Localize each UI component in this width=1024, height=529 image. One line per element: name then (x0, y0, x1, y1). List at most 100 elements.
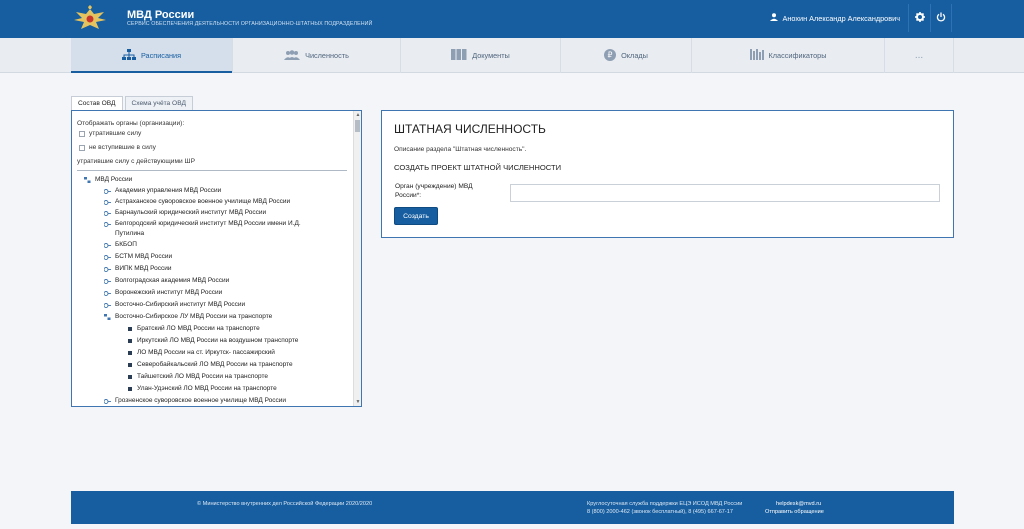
expand-icon[interactable] (104, 208, 111, 218)
leaf-node-icon[interactable] (126, 336, 133, 346)
mvd-emblem-icon (72, 5, 108, 33)
nav-label: Численность (305, 51, 349, 60)
expand-icon[interactable] (104, 396, 111, 406)
collapse-icon[interactable] (104, 312, 111, 322)
filter-not-effective[interactable]: не вступившие в силу (79, 144, 156, 151)
nav-classifiers[interactable]: Классификаторы (692, 38, 885, 73)
tree-node[interactable]: БСТМ МВД России (104, 252, 344, 262)
tree-node[interactable]: Восточно-Сибирское ЛУ МВД России на тран… (104, 312, 344, 322)
tree-scrollbar[interactable]: ▲ ▼ (353, 111, 361, 406)
settings-button[interactable] (908, 4, 930, 32)
scroll-down-icon[interactable]: ▼ (355, 399, 361, 405)
tree-node-label: Воронежский институт МВД России (115, 289, 223, 296)
tree-node[interactable]: Академия управления МВД России (104, 186, 344, 196)
logout-button[interactable] (930, 4, 952, 32)
app-subtitle: СЕРВИС ОБЕСПЕЧЕНИЯ ДЕЯТЕЛЬНОСТИ ОРГАНИЗА… (127, 21, 373, 27)
power-icon (936, 12, 946, 24)
user-icon (770, 13, 779, 23)
classifiers-icon (749, 49, 764, 62)
nav-headcount[interactable]: Численность (233, 38, 401, 73)
nav-schedules[interactable]: Расписания (71, 38, 233, 73)
tree-node-label: Академия управления МВД России (115, 187, 222, 194)
user-name: Анохин Александр Александрович (782, 13, 900, 23)
checkbox-label: утратившие силу (89, 130, 142, 137)
tree-node-label: ЛО МВД России на ст. Иркутск- пассажирск… (137, 349, 275, 356)
expand-icon[interactable] (104, 300, 111, 310)
collapse-icon[interactable] (84, 175, 91, 185)
tree-node-label: Восточно-Сибирское ЛУ МВД России на тран… (115, 313, 273, 320)
tree-node[interactable]: Белгородский юридический институт МВД Ро… (104, 219, 326, 239)
tab-ovd-accounting-scheme[interactable]: Схема учёта ОВД (124, 96, 193, 110)
tree-node[interactable]: Барнаульский юридический институт МВД Ро… (104, 208, 344, 218)
tree-node[interactable]: БКБОП (104, 240, 344, 250)
send-request-link[interactable]: Отправить обращение (765, 509, 824, 515)
tree-node-label: Северобайкальский ЛО МВД России на транс… (137, 361, 293, 368)
tab-ovd-composition[interactable]: Состав ОВД (71, 96, 123, 110)
expand-icon[interactable] (104, 186, 111, 196)
nav-documents[interactable]: Документы (401, 38, 561, 73)
tree-node-label: ВИПК МВД России (115, 265, 172, 272)
tree-node[interactable]: Астраханское суворовское военное училище… (104, 197, 344, 207)
nav-label: Документы (472, 51, 510, 60)
ruble-coin-icon: ₽ (604, 48, 617, 63)
tree-node[interactable]: Восточно-Сибирский институт МВД России (104, 300, 344, 310)
app-title: МВД России (127, 9, 195, 21)
left-tabs: Состав ОВД Схема учёта ОВД (71, 96, 195, 110)
tree-node[interactable]: Улан-Удэнский ЛО МВД России на транспорт… (126, 384, 361, 394)
filter-title: Отображать органы (организации): (77, 120, 185, 127)
checkbox[interactable] (79, 144, 85, 151)
expand-icon[interactable] (104, 240, 111, 250)
tree-node[interactable]: Тайшетский ЛО МВД России на транспорте (126, 372, 361, 382)
tree-node-label: Тайшетский ЛО МВД России на транспорте (137, 373, 268, 380)
tree-node[interactable]: ЛО МВД России на ст. Иркутск- пассажирск… (126, 348, 361, 358)
checkbox[interactable] (79, 130, 85, 137)
tree-node-label: Восточно-Сибирский институт МВД России (115, 301, 246, 308)
tree-root-node[interactable]: МВД России (84, 175, 324, 185)
tree-node[interactable]: Грозненское суворовское военное училище … (104, 396, 344, 406)
tree-node[interactable]: Иркутский ЛО МВД России на воздушном тра… (126, 336, 361, 346)
filter-note[interactable]: утратившие силу с действующими ШР (77, 158, 195, 165)
tree-node[interactable]: Волгоградская академия МВД России (104, 276, 344, 286)
top-bar: МВД России СЕРВИС ОБЕСПЕЧЕНИЯ ДЕЯТЕЛЬНОС… (0, 0, 1024, 38)
filter-expired[interactable]: утратившие силу (79, 130, 141, 137)
nav-more[interactable]: ... (885, 38, 954, 73)
nav-salaries[interactable]: ₽ Оклады (561, 38, 692, 73)
leaf-node-icon[interactable] (126, 360, 133, 370)
expand-icon[interactable] (104, 197, 111, 207)
leaf-node-icon[interactable] (126, 324, 133, 334)
tree-node[interactable]: ВИПК МВД России (104, 264, 344, 274)
section-description: Описание раздела "Штатная численность". (394, 146, 527, 153)
expand-icon[interactable] (104, 276, 111, 286)
expand-icon[interactable] (104, 219, 111, 229)
section-subtitle: СОЗДАТЬ ПРОЕКТ ШТАТНОЙ ЧИСЛЕННОСТИ (394, 163, 562, 172)
leaf-node-icon[interactable] (126, 372, 133, 382)
expand-icon[interactable] (104, 264, 111, 274)
org-chart-icon (121, 48, 136, 63)
people-icon (284, 49, 301, 62)
tree-node-label: Улан-Удэнский ЛО МВД России на транспорт… (137, 385, 277, 392)
create-button[interactable]: Создать (394, 207, 438, 225)
tree-node-label: Барнаульский юридический институт МВД Ро… (115, 209, 267, 216)
tree-node[interactable]: Воронежский институт МВД России (104, 288, 344, 298)
page-title: ШТАТНАЯ ЧИСЛЕННОСТЬ (394, 122, 546, 136)
headcount-panel: ШТАТНАЯ ЧИСЛЕННОСТЬ Описание раздела "Шт… (381, 110, 954, 238)
helpdesk-email-link[interactable]: helpdesk@mvd.ru (776, 501, 821, 507)
copyright: © Министерство внутренних дел Российской… (197, 501, 373, 507)
more-icon: ... (914, 50, 924, 61)
svg-text:₽: ₽ (608, 50, 613, 59)
user-menu[interactable]: Анохин Александр Александрович (770, 13, 900, 23)
tree-node[interactable]: Братский ЛО МВД России на транспорте (126, 324, 361, 334)
leaf-node-icon[interactable] (126, 348, 133, 358)
documents-icon (451, 49, 467, 62)
support-title: Круглосуточная служба поддержки ЕЦЭ ИСОД… (587, 501, 743, 507)
organ-input[interactable] (510, 184, 940, 202)
support-phones: 8 (800) 2000-462 (звонок бесплатный), 8 … (587, 509, 733, 515)
leaf-node-icon[interactable] (126, 384, 133, 394)
scroll-up-icon[interactable]: ▲ (355, 112, 361, 118)
nav-label: Оклады (621, 51, 648, 60)
scroll-thumb[interactable] (355, 120, 360, 132)
expand-icon[interactable] (104, 252, 111, 262)
tree-node[interactable]: Северобайкальский ЛО МВД России на транс… (126, 360, 361, 370)
expand-icon[interactable] (104, 288, 111, 298)
tree-node-label: Белгородский юридический институт МВД Ро… (115, 220, 301, 237)
